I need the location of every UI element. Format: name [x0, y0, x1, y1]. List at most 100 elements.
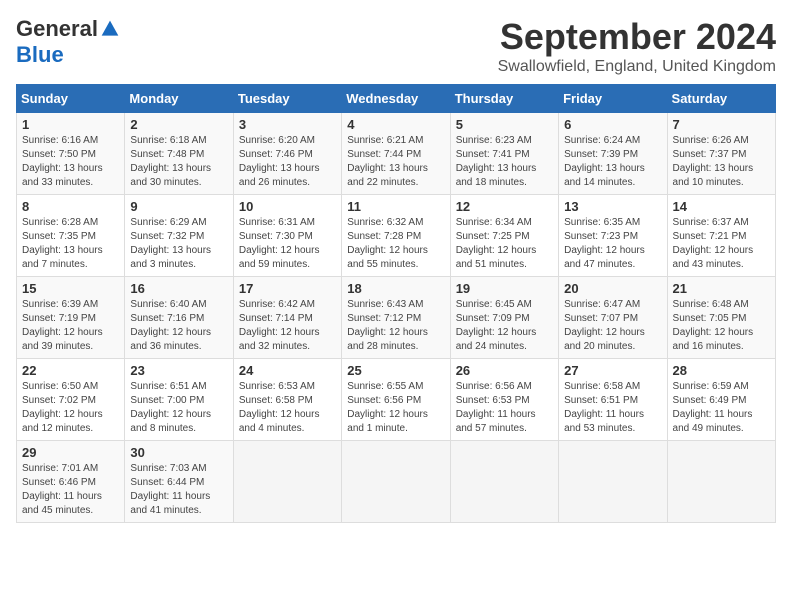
- day-cell-28: 28 Sunrise: 6:59 AM Sunset: 6:49 PM Dayli…: [667, 359, 775, 441]
- logo-icon: [100, 19, 120, 39]
- day-info: Sunrise: 6:23 AM Sunset: 7:41 PM Dayligh…: [456, 134, 553, 190]
- calendar-table: SundayMondayTuesdayWednesdayThursdayFrid…: [16, 84, 776, 523]
- weekday-header-thursday: Thursday: [450, 85, 558, 113]
- day-number: 12: [456, 199, 553, 214]
- day-number: 7: [673, 117, 770, 132]
- day-info: Sunrise: 6:26 AM Sunset: 7:37 PM Dayligh…: [673, 134, 770, 190]
- day-number: 9: [130, 199, 227, 214]
- day-number: 30: [130, 445, 227, 460]
- day-cell-20: 20 Sunrise: 6:47 AM Sunset: 7:07 PM Dayli…: [559, 277, 667, 359]
- day-info: Sunrise: 6:56 AM Sunset: 6:53 PM Dayligh…: [456, 380, 553, 436]
- location-title: Swallowfield, England, United Kingdom: [498, 58, 776, 76]
- day-number: 3: [239, 117, 336, 132]
- logo: General Blue: [16, 16, 120, 68]
- day-info: Sunrise: 6:37 AM Sunset: 7:21 PM Dayligh…: [673, 216, 770, 272]
- day-info: Sunrise: 6:20 AM Sunset: 7:46 PM Dayligh…: [239, 134, 336, 190]
- day-info: Sunrise: 6:40 AM Sunset: 7:16 PM Dayligh…: [130, 298, 227, 354]
- day-number: 28: [673, 363, 770, 378]
- day-number: 17: [239, 281, 336, 296]
- day-number: 8: [22, 199, 119, 214]
- day-info: Sunrise: 6:34 AM Sunset: 7:25 PM Dayligh…: [456, 216, 553, 272]
- day-cell-4: 4 Sunrise: 6:21 AM Sunset: 7:44 PM Daylig…: [342, 113, 450, 195]
- day-number: 2: [130, 117, 227, 132]
- day-cell-1: 1 Sunrise: 6:16 AM Sunset: 7:50 PM Daylig…: [17, 113, 125, 195]
- day-cell-12: 12 Sunrise: 6:34 AM Sunset: 7:25 PM Dayli…: [450, 195, 558, 277]
- day-info: Sunrise: 6:53 AM Sunset: 6:58 PM Dayligh…: [239, 380, 336, 436]
- day-info: Sunrise: 6:42 AM Sunset: 7:14 PM Dayligh…: [239, 298, 336, 354]
- day-info: Sunrise: 6:47 AM Sunset: 7:07 PM Dayligh…: [564, 298, 661, 354]
- day-info: Sunrise: 6:28 AM Sunset: 7:35 PM Dayligh…: [22, 216, 119, 272]
- day-cell-7: 7 Sunrise: 6:26 AM Sunset: 7:37 PM Daylig…: [667, 113, 775, 195]
- empty-cell: [233, 441, 341, 523]
- week-row-3: 15Sunrise: 6:39 AM Sunset: 7:19 PM Dayli…: [17, 277, 776, 359]
- empty-cell: [667, 441, 775, 523]
- weekday-header-saturday: Saturday: [667, 85, 775, 113]
- day-cell-13: 13Sunrise: 6:35 AM Sunset: 7:23 PM Dayli…: [559, 195, 667, 277]
- day-number: 14: [673, 199, 770, 214]
- day-cell-29: 29Sunrise: 7:01 AM Sunset: 6:46 PM Dayli…: [17, 441, 125, 523]
- logo-general-text: General: [16, 16, 98, 42]
- week-row-5: 29Sunrise: 7:01 AM Sunset: 6:46 PM Dayli…: [17, 441, 776, 523]
- weekday-header-sunday: Sunday: [17, 85, 125, 113]
- weekday-header-monday: Monday: [125, 85, 233, 113]
- weekday-header-friday: Friday: [559, 85, 667, 113]
- weekday-header-wednesday: Wednesday: [342, 85, 450, 113]
- day-info: Sunrise: 6:55 AM Sunset: 6:56 PM Dayligh…: [347, 380, 444, 436]
- day-number: 6: [564, 117, 661, 132]
- day-info: Sunrise: 6:51 AM Sunset: 7:00 PM Dayligh…: [130, 380, 227, 436]
- day-number: 16: [130, 281, 227, 296]
- day-number: 24: [239, 363, 336, 378]
- header: General Blue September 2024 Swallowfield…: [16, 16, 776, 76]
- day-info: Sunrise: 6:58 AM Sunset: 6:51 PM Dayligh…: [564, 380, 661, 436]
- day-cell-19: 19Sunrise: 6:45 AM Sunset: 7:09 PM Dayli…: [450, 277, 558, 359]
- day-number: 20: [564, 281, 661, 296]
- day-number: 11: [347, 199, 444, 214]
- empty-cell: [342, 441, 450, 523]
- day-number: 1: [22, 117, 119, 132]
- day-cell-11: 11 Sunrise: 6:32 AM Sunset: 7:28 PM Dayli…: [342, 195, 450, 277]
- empty-cell: [450, 441, 558, 523]
- day-number: 10: [239, 199, 336, 214]
- day-cell-10: 10 Sunrise: 6:31 AM Sunset: 7:30 PM Dayli…: [233, 195, 341, 277]
- day-info: Sunrise: 6:21 AM Sunset: 7:44 PM Dayligh…: [347, 134, 444, 190]
- day-info: Sunrise: 6:29 AM Sunset: 7:32 PM Dayligh…: [130, 216, 227, 272]
- day-number: 25: [347, 363, 444, 378]
- day-cell-26: 26 Sunrise: 6:56 AM Sunset: 6:53 PM Dayli…: [450, 359, 558, 441]
- day-number: 27: [564, 363, 661, 378]
- empty-cell: [559, 441, 667, 523]
- week-row-4: 22Sunrise: 6:50 AM Sunset: 7:02 PM Dayli…: [17, 359, 776, 441]
- day-info: Sunrise: 7:01 AM Sunset: 6:46 PM Dayligh…: [22, 462, 119, 518]
- day-info: Sunrise: 6:31 AM Sunset: 7:30 PM Dayligh…: [239, 216, 336, 272]
- day-info: Sunrise: 6:59 AM Sunset: 6:49 PM Dayligh…: [673, 380, 770, 436]
- day-cell-30: 30 Sunrise: 7:03 AM Sunset: 6:44 PM Dayli…: [125, 441, 233, 523]
- day-info: Sunrise: 6:48 AM Sunset: 7:05 PM Dayligh…: [673, 298, 770, 354]
- day-number: 22: [22, 363, 119, 378]
- day-cell-15: 15Sunrise: 6:39 AM Sunset: 7:19 PM Dayli…: [17, 277, 125, 359]
- day-number: 26: [456, 363, 553, 378]
- day-info: Sunrise: 7:03 AM Sunset: 6:44 PM Dayligh…: [130, 462, 227, 518]
- day-info: Sunrise: 6:32 AM Sunset: 7:28 PM Dayligh…: [347, 216, 444, 272]
- day-cell-8: 8 Sunrise: 6:28 AM Sunset: 7:35 PM Daylig…: [17, 195, 125, 277]
- day-cell-9: 9 Sunrise: 6:29 AM Sunset: 7:32 PM Daylig…: [125, 195, 233, 277]
- day-cell-17: 17 Sunrise: 6:42 AM Sunset: 7:14 PM Dayli…: [233, 277, 341, 359]
- day-info: Sunrise: 6:45 AM Sunset: 7:09 PM Dayligh…: [456, 298, 553, 354]
- week-row-2: 8 Sunrise: 6:28 AM Sunset: 7:35 PM Daylig…: [17, 195, 776, 277]
- day-number: 5: [456, 117, 553, 132]
- month-title: September 2024: [498, 16, 776, 58]
- day-cell-27: 27 Sunrise: 6:58 AM Sunset: 6:51 PM Dayli…: [559, 359, 667, 441]
- day-number: 23: [130, 363, 227, 378]
- day-cell-23: 23 Sunrise: 6:51 AM Sunset: 7:00 PM Dayli…: [125, 359, 233, 441]
- week-row-1: 1 Sunrise: 6:16 AM Sunset: 7:50 PM Daylig…: [17, 113, 776, 195]
- weekday-header-row: SundayMondayTuesdayWednesdayThursdayFrid…: [17, 85, 776, 113]
- logo-blue-text: Blue: [16, 42, 64, 68]
- day-cell-6: 6Sunrise: 6:24 AM Sunset: 7:39 PM Daylig…: [559, 113, 667, 195]
- day-cell-2: 2Sunrise: 6:18 AM Sunset: 7:48 PM Daylig…: [125, 113, 233, 195]
- day-info: Sunrise: 6:16 AM Sunset: 7:50 PM Dayligh…: [22, 134, 119, 190]
- day-cell-18: 18Sunrise: 6:43 AM Sunset: 7:12 PM Dayli…: [342, 277, 450, 359]
- day-cell-14: 14 Sunrise: 6:37 AM Sunset: 7:21 PM Dayli…: [667, 195, 775, 277]
- title-area: September 2024 Swallowfield, England, Un…: [498, 16, 776, 76]
- day-number: 18: [347, 281, 444, 296]
- day-cell-16: 16 Sunrise: 6:40 AM Sunset: 7:16 PM Dayli…: [125, 277, 233, 359]
- day-number: 4: [347, 117, 444, 132]
- day-cell-3: 3 Sunrise: 6:20 AM Sunset: 7:46 PM Daylig…: [233, 113, 341, 195]
